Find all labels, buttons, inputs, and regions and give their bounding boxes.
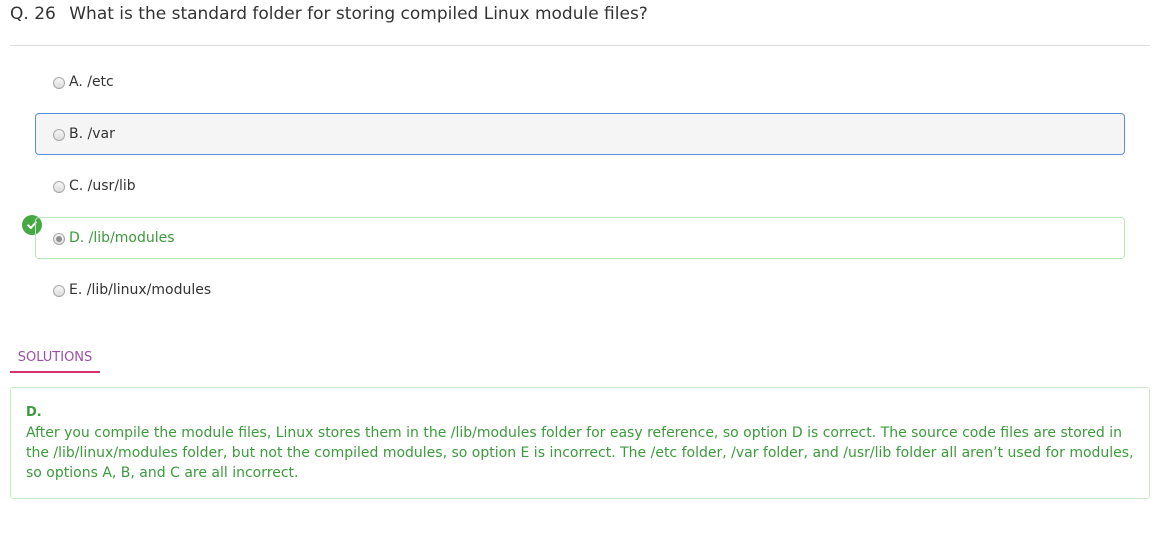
question-heading: Q. 26 What is the standard folder for st… [10,4,648,24]
solution-explanation: After you compile the module files, Linu… [26,425,1134,481]
divider [10,45,1150,46]
option-c[interactable]: C. /usr/lib [35,165,1125,207]
option-b[interactable]: B. /var [35,113,1125,155]
option-d[interactable]: D. /lib/modules [35,217,1125,259]
option-d-radio[interactable] [53,233,65,245]
solution-panel: D. After you compile the module files, L… [10,387,1150,499]
option-a-label: A. /etc [69,74,114,90]
option-d-label: D. /lib/modules [69,230,175,246]
option-b-label: B. /var [69,126,115,142]
option-e[interactable]: E. /lib/linux/modules [35,269,1125,311]
option-e-label: E. /lib/linux/modules [69,282,212,298]
option-c-label: C. /usr/lib [69,178,136,194]
question-text: What is the standard folder for storing … [69,4,648,24]
option-c-radio[interactable] [53,181,65,193]
option-b-radio[interactable] [53,129,65,141]
tab-solutions[interactable]: SOLUTIONS [10,346,100,373]
solution-answer: D. [26,405,42,420]
option-a-radio[interactable] [53,77,65,89]
question-number: Q. 26 [10,4,56,24]
option-a[interactable]: A. /etc [35,61,1125,103]
option-e-radio[interactable] [53,285,65,297]
